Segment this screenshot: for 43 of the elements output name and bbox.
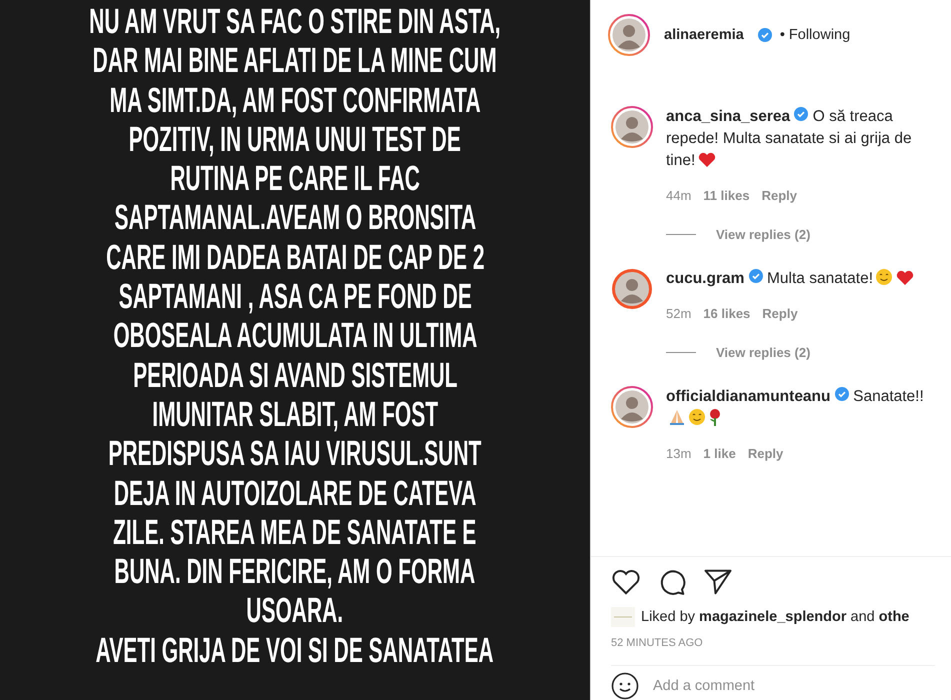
like-button[interactable] bbox=[611, 568, 641, 596]
heart-emoji-icon bbox=[896, 270, 914, 286]
heart-emoji-icon bbox=[698, 152, 716, 168]
story-text-line: ZILE. STAREA MEA DE SANATATE E bbox=[113, 512, 477, 552]
story-text-line: IMUNITAR SLABIT, AM FOST bbox=[152, 394, 438, 434]
story-text-line: SAPTAMANAL.AVEAM O BRONSITA bbox=[114, 198, 476, 238]
liked-by-text: Liked by magazinele_splendor and othe bbox=[641, 609, 910, 625]
post-timestamp: 52 MINUTES AGO bbox=[611, 637, 704, 649]
rose-emoji-icon bbox=[708, 408, 722, 426]
emoji-icon[interactable] bbox=[611, 672, 639, 700]
likes-count[interactable]: 11 likes bbox=[703, 188, 750, 203]
likes-count[interactable]: 16 likes bbox=[703, 306, 750, 321]
story-text-line: RUTINA PE CARE IL FAC bbox=[170, 159, 420, 198]
story-text-line: MA SIMT.DA, AM FOST CONFIRMATA bbox=[110, 80, 480, 120]
reply-link[interactable]: Reply bbox=[762, 188, 797, 203]
story-text-line: BUNA. DIN FERICIRE, AM O FORMA bbox=[114, 552, 476, 592]
comment-text: cucu.gram Multa sanatate! bbox=[666, 268, 937, 290]
follow-status[interactable]: • Following bbox=[780, 27, 850, 43]
story-text-line: PREDISPUSA SA IAU VIRUSUL.SUNT bbox=[108, 434, 482, 474]
comment-time: 44m bbox=[666, 188, 692, 203]
comment-text: officialdianamunteanu Sanatate!! bbox=[666, 386, 937, 430]
story-text-line: DEJA IN AUTOIZOLARE DE CATEVA bbox=[114, 474, 476, 513]
comment-time: 13m bbox=[666, 446, 692, 461]
view-replies-button[interactable]: View replies (2) bbox=[666, 227, 937, 242]
share-button[interactable] bbox=[703, 568, 733, 596]
story-text-line: SAPTAMANI , ASA CA PE FOND DE bbox=[118, 277, 472, 316]
story-text-line: USOARA. bbox=[246, 591, 344, 631]
reply-link[interactable]: Reply bbox=[748, 446, 784, 461]
story-text-line: CARE IMI DADEA BATAI DE CAP DE 2 bbox=[106, 238, 484, 278]
username-link[interactable]: alinaeremia bbox=[664, 27, 744, 43]
story-text-line: PERIOADA SI AVAND SISTEMUL bbox=[132, 356, 458, 395]
smiling-emoji-icon bbox=[688, 408, 706, 426]
comment-time: 52m bbox=[666, 306, 692, 321]
view-replies-button[interactable]: View replies (2) bbox=[666, 345, 937, 360]
likes-count[interactable]: 1 like bbox=[703, 446, 736, 461]
story-text-line: NU AM VRUT SA FAC O STIRE DIN ASTA, bbox=[89, 2, 501, 42]
comment-text: anca_sina_serea O să treaca repede! Multa sanatate si ai grija de tine! bbox=[666, 106, 913, 171]
story-text-line: POZITIV, IN URMA UNUI TEST DE bbox=[128, 120, 462, 160]
reply-link[interactable]: Reply bbox=[762, 306, 798, 321]
story-text-line: DAR MAI BINE AFLATI DE LA MINE CUM bbox=[92, 41, 498, 81]
smiling-emoji-icon bbox=[875, 268, 893, 286]
story-text-line: AVETI GRIJA DE VOI SI DE SANATATEA bbox=[96, 630, 494, 670]
story-text-line: OBOSEALA ACUMULATA IN ULTIMA bbox=[113, 316, 477, 356]
